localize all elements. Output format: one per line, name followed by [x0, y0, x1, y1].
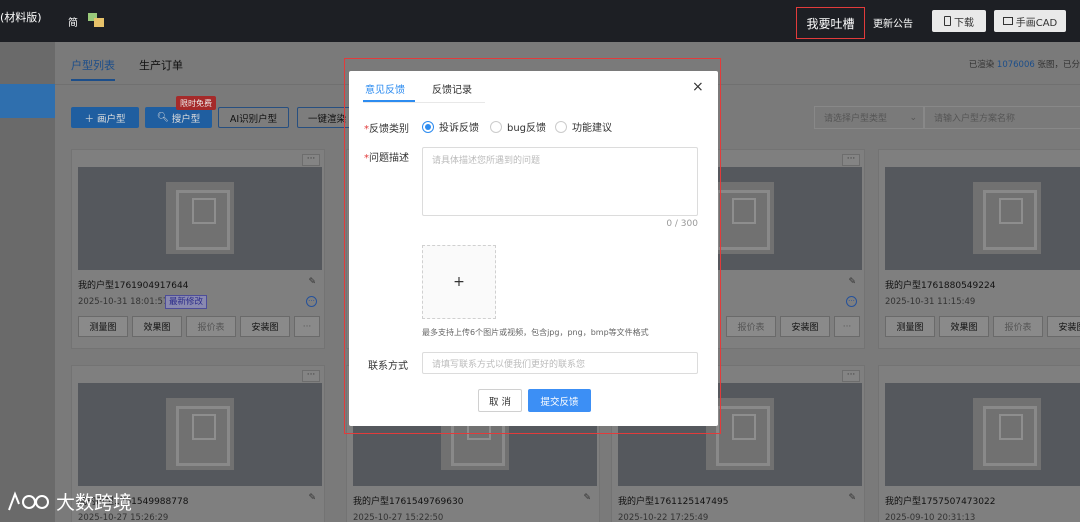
render-count: 已渲染 1076006 张图，已分 [968, 60, 1080, 70]
floorplan-card[interactable]: ··· 我的户型1761904917644 ✎ 2025-10-31 18:01… [71, 149, 325, 349]
render-button[interactable]: 效果图 [939, 316, 989, 337]
tablet-icon [944, 16, 951, 26]
card-date: 2025-10-27 15:22:50 [353, 513, 444, 522]
sidebar-item-active[interactable] [0, 84, 55, 118]
floorplan-card[interactable]: 我的户型1757507473022 2025-09-10 20:31:13 [878, 365, 1080, 522]
edit-icon[interactable]: ✎ [848, 277, 856, 287]
upload-hint: 最多支持上传6个图片或视频，包含jpg，png，bmp等文件格式 [422, 328, 649, 337]
more-icon[interactable]: ··· [302, 154, 320, 166]
radio-unchecked-icon[interactable] [490, 120, 502, 133]
ai-recognize-button[interactable]: AI识别户型 [218, 107, 289, 128]
install-button[interactable]: 安装图 [780, 316, 830, 337]
search-floorplan-button[interactable]: 🔍︎ 搜户型 [145, 107, 212, 128]
chevron-down-icon: ⌄ [909, 112, 917, 123]
card-date: 2025-10-31 11:15:49 [885, 297, 976, 307]
radio-checked-icon[interactable] [422, 120, 434, 133]
cancel-button[interactable]: 取 消 [478, 389, 522, 412]
description-textarea[interactable]: 请具体描述您所遇到的问题 [422, 147, 698, 216]
char-counter: 0 / 300 [666, 219, 698, 229]
install-button[interactable]: 安装图 [240, 316, 290, 337]
edit-icon[interactable]: ✎ [583, 493, 591, 503]
cad-label: 手画CAD [1015, 17, 1058, 29]
more-button[interactable]: ··· [834, 316, 860, 337]
floorplan-thumbnail[interactable] [885, 167, 1080, 270]
watermark: 大数跨境 [6, 488, 132, 515]
floorplan-name-input[interactable]: 请输入户型方案名称 [924, 106, 1080, 129]
latest-tag: 最新修改 [165, 295, 208, 309]
download-button[interactable]: 下载 [932, 10, 986, 32]
draw-floorplan-button[interactable]: ＋ 画户型 [71, 107, 139, 128]
card-date: 2025-10-22 17:25:49 [618, 513, 709, 522]
quote-button[interactable]: 报价表 [186, 316, 236, 337]
more-icon[interactable]: ··· [302, 370, 320, 382]
radio-unchecked-icon[interactable] [555, 120, 567, 133]
card-title: 我的户型1757507473022 [885, 497, 996, 507]
card-date: 2025-09-10 20:31:13 [885, 513, 976, 522]
image-icon [1002, 17, 1013, 25]
plus-icon: + [453, 274, 465, 290]
contact-input[interactable]: 请填写联系方式以便我们更好的联系您 [422, 352, 698, 374]
edit-icon[interactable]: ✎ [848, 493, 856, 503]
complain-button[interactable]: 我要吐槽 [796, 7, 865, 39]
card-date: 2025-10-31 18:01:57 [78, 297, 169, 307]
submit-feedback-button[interactable]: 提交反馈 [528, 389, 591, 412]
translate-icon[interactable] [88, 13, 104, 27]
language-toggle[interactable]: 简 [68, 14, 78, 29]
search-icon: 🔍︎ [156, 112, 169, 123]
radio-feature[interactable]: 功能建议 [555, 119, 612, 134]
install-button[interactable]: 安装图 [1047, 316, 1080, 337]
quote-button[interactable]: 报价表 [726, 316, 776, 337]
modal-tabs-divider [363, 102, 485, 103]
edit-icon[interactable]: ✎ [308, 493, 316, 503]
chat-icon[interactable]: ··· [846, 296, 857, 307]
notice-link[interactable]: 更新公告 [873, 15, 913, 30]
floorplan-thumbnail[interactable] [885, 383, 1080, 486]
measure-button[interactable]: 测量图 [78, 316, 128, 337]
watermark-logo-icon [8, 490, 49, 510]
sidebar [0, 42, 55, 522]
upload-area[interactable]: + [422, 245, 496, 319]
tab-feedback-records[interactable]: 反馈记录 [432, 81, 472, 96]
card-title: 我的户型1761880549224 [885, 281, 996, 291]
more-icon[interactable]: ··· [842, 370, 860, 382]
download-label: 下载 [954, 17, 974, 29]
description-label: *问题描述 [364, 153, 409, 164]
free-badge: 限时免费 [176, 96, 216, 110]
floorplan-card[interactable]: 我的户型1761880549224 2025-10-31 11:15:49 测量… [878, 149, 1080, 349]
render-button[interactable]: 效果图 [132, 316, 182, 337]
floorplan-thumbnail[interactable] [78, 383, 322, 486]
chat-icon[interactable]: ··· [306, 296, 317, 307]
edit-icon[interactable]: ✎ [308, 277, 316, 287]
tab-feedback[interactable]: 意见反馈 [365, 81, 405, 96]
active-tab-indicator [363, 100, 415, 102]
floorplan-thumbnail[interactable] [78, 167, 322, 270]
tab-orders[interactable]: 生产订单 [139, 57, 183, 73]
card-title: 我的户型1761125147495 [618, 497, 729, 507]
feedback-modal: 意见反馈 反馈记录 × *反馈类别 投诉反馈 bug反馈 功能建议 *问题描述 … [349, 71, 718, 426]
tab-floorplans[interactable]: 户型列表 [71, 57, 115, 81]
contact-label: 联系方式 [368, 361, 408, 372]
feedback-type-label: *反馈类别 [364, 124, 409, 135]
top-bar: (材料版) 简 我要吐槽 更新公告 下载 手画CAD [0, 0, 1080, 42]
quote-button[interactable]: 报价表 [993, 316, 1043, 337]
measure-button[interactable]: 测量图 [885, 316, 935, 337]
more-icon[interactable]: ··· [842, 154, 860, 166]
card-title: 我的户型1761549769630 [353, 497, 464, 507]
close-icon[interactable]: × [692, 79, 704, 95]
cad-button[interactable]: 手画CAD [994, 10, 1066, 32]
watermark-text: 大数跨境 [56, 492, 133, 514]
app-title: (材料版) [0, 11, 42, 24]
floorplan-type-select[interactable]: 请选择户型类型 ⌄ [814, 106, 924, 129]
card-title: 我的户型1761904917644 [78, 281, 189, 291]
radio-complaint[interactable]: 投诉反馈 [422, 119, 479, 134]
radio-bug[interactable]: bug反馈 [490, 119, 546, 134]
more-button[interactable]: ··· [294, 316, 320, 337]
